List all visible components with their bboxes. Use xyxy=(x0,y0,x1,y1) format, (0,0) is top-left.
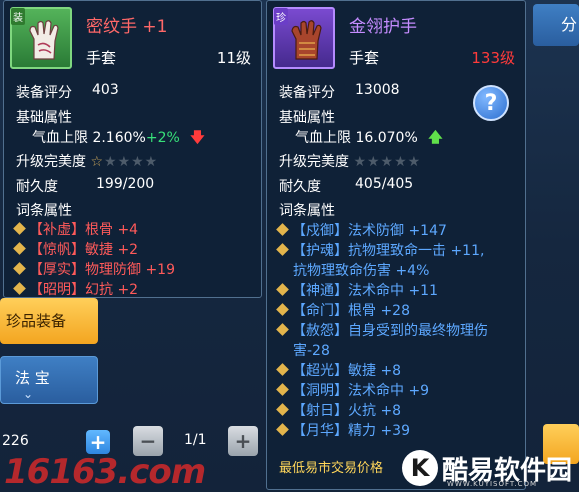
tab-treasure-equipment[interactable]: 珍品装备 xyxy=(0,298,98,344)
score-label: 装备评分 xyxy=(279,85,335,101)
treasure-tag: 珍 xyxy=(274,8,288,25)
durability-value: 405/405 xyxy=(355,176,414,192)
chevron-down-icon: ⌄ xyxy=(23,387,34,401)
hp-diff: +2% xyxy=(145,130,180,146)
score-value: 13008 xyxy=(355,82,400,98)
hp-row: 气血上限 2.160%+2% 🡇 xyxy=(32,127,205,151)
perfection-label: 升级完美度 xyxy=(279,154,349,170)
affix-item: 【厚实】物理防御 +19 xyxy=(12,259,175,279)
affix-item: 【护魂】抗物理致命一击 +11, xyxy=(275,240,484,260)
item-tooltip-right: 珍 金翎护手 手套 133级 ? 装备评分 13008 基础属性 气血上限 16… xyxy=(266,0,526,490)
affix-item-continued: 害-28 xyxy=(293,343,330,359)
perfection-label: 升级完美度 xyxy=(16,154,86,170)
durability-row: 耐久度 199/200 xyxy=(16,176,154,196)
score-value: 403 xyxy=(92,82,119,98)
hp-row: 气血上限 16.070% 🡅 xyxy=(295,127,443,151)
watermark-url: WWW.KUYISOFT.COM xyxy=(447,480,538,488)
arrow-up-icon: 🡅 xyxy=(428,130,443,146)
diamond-icon xyxy=(276,323,289,336)
tab-fabao[interactable]: 法 宝 ⌄ xyxy=(0,356,98,404)
diamond-icon xyxy=(13,222,26,235)
diamond-icon xyxy=(276,403,289,416)
item-tooltip-left: 装 密纹手 +1 手套 11级 装备评分 403 基础属性 气血上限 2.160… xyxy=(3,0,262,298)
score-row: 装备评分 403 xyxy=(16,82,119,102)
diamond-icon xyxy=(276,423,289,436)
watermark-16163: 16163.com xyxy=(4,452,206,492)
hp-label: 气血上限 xyxy=(32,130,88,146)
diamond-icon xyxy=(276,383,289,396)
item-icon: 装 xyxy=(10,7,72,69)
gauntlet-icon xyxy=(291,20,322,60)
affix-item-continued: 抗物理致命伤害 +4% xyxy=(293,263,430,279)
perfection-row: 升级完美度 ★★★★★ xyxy=(279,151,421,171)
item-type: 手套 xyxy=(349,49,380,67)
affix-item: 【射日】火抗 +8 xyxy=(275,400,401,420)
item-name: 密纹手 +1 xyxy=(86,17,168,37)
diamond-icon xyxy=(276,283,289,296)
durability-label: 耐久度 xyxy=(279,179,321,195)
diamond-icon xyxy=(276,363,289,376)
affix-item: 【补虚】根骨 +4 xyxy=(12,219,138,239)
star-rating-icon: ☆★★★★ xyxy=(90,154,159,170)
diamond-icon xyxy=(276,243,289,256)
affix-item: 【超光】敏捷 +8 xyxy=(275,360,401,380)
perfection-row: 升级完美度 ☆★★★★ xyxy=(16,151,158,171)
affix-item: 【惊帆】敏捷 +2 xyxy=(12,239,138,259)
affix-item: 【命门】根骨 +28 xyxy=(275,300,410,320)
diamond-icon xyxy=(13,262,26,275)
lowest-market-price-label: 最低易市交易价格 xyxy=(279,461,384,476)
diamond-icon xyxy=(276,223,289,236)
page-indicator: 1/1 xyxy=(184,432,207,448)
kuyisoft-logo-icon: K xyxy=(402,450,438,486)
base-attr-label: 基础属性 xyxy=(279,110,335,126)
tab-fabao-label: 法 宝 xyxy=(15,369,50,387)
next-page-button[interactable]: + xyxy=(228,426,258,456)
tab-top-right[interactable]: 分 xyxy=(533,4,579,46)
affix-item: 【戍御】法术防御 +147 xyxy=(275,220,447,240)
durability-label: 耐久度 xyxy=(16,179,58,195)
glove-icon xyxy=(29,20,59,60)
add-slot-button[interactable]: + xyxy=(86,430,110,454)
base-attr-label: 基础属性 xyxy=(16,110,72,126)
item-count: 226 xyxy=(2,433,29,449)
item-level: 133级 xyxy=(471,49,515,67)
help-icon[interactable]: ? xyxy=(473,85,509,121)
item-type: 手套 xyxy=(86,49,117,67)
item-name: 金翎护手 xyxy=(349,17,417,37)
diamond-icon xyxy=(13,242,26,255)
diamond-icon xyxy=(13,282,26,295)
hp-value: 16.070% xyxy=(355,130,418,146)
item-icon: 珍 xyxy=(273,7,335,69)
equip-tag: 装 xyxy=(11,8,25,25)
diamond-icon xyxy=(276,303,289,316)
durability-value: 199/200 xyxy=(96,176,155,192)
star-rating-icon: ★★★★★ xyxy=(353,154,422,170)
affix-item: 【月华】精力 +39 xyxy=(275,420,410,440)
hp-value: 2.160% xyxy=(92,130,146,146)
score-label: 装备评分 xyxy=(16,85,72,101)
affix-item: 【洞明】法术命中 +9 xyxy=(275,380,429,400)
item-level: 11级 xyxy=(216,49,251,67)
durability-row: 耐久度 405/405 xyxy=(279,176,413,196)
affix-label: 词条属性 xyxy=(279,203,335,219)
affix-item: 【赦怨】自身受到的最终物理伤 xyxy=(275,320,488,340)
affix-label: 词条属性 xyxy=(16,203,72,219)
affix-item: 【神通】法术命中 +11 xyxy=(275,280,438,300)
score-row: 装备评分 13008 xyxy=(279,82,400,102)
hp-label: 气血上限 xyxy=(295,130,351,146)
arrow-down-icon: 🡇 xyxy=(190,130,205,146)
affix-item: 【昭明】幻抗 +2 xyxy=(12,279,138,299)
